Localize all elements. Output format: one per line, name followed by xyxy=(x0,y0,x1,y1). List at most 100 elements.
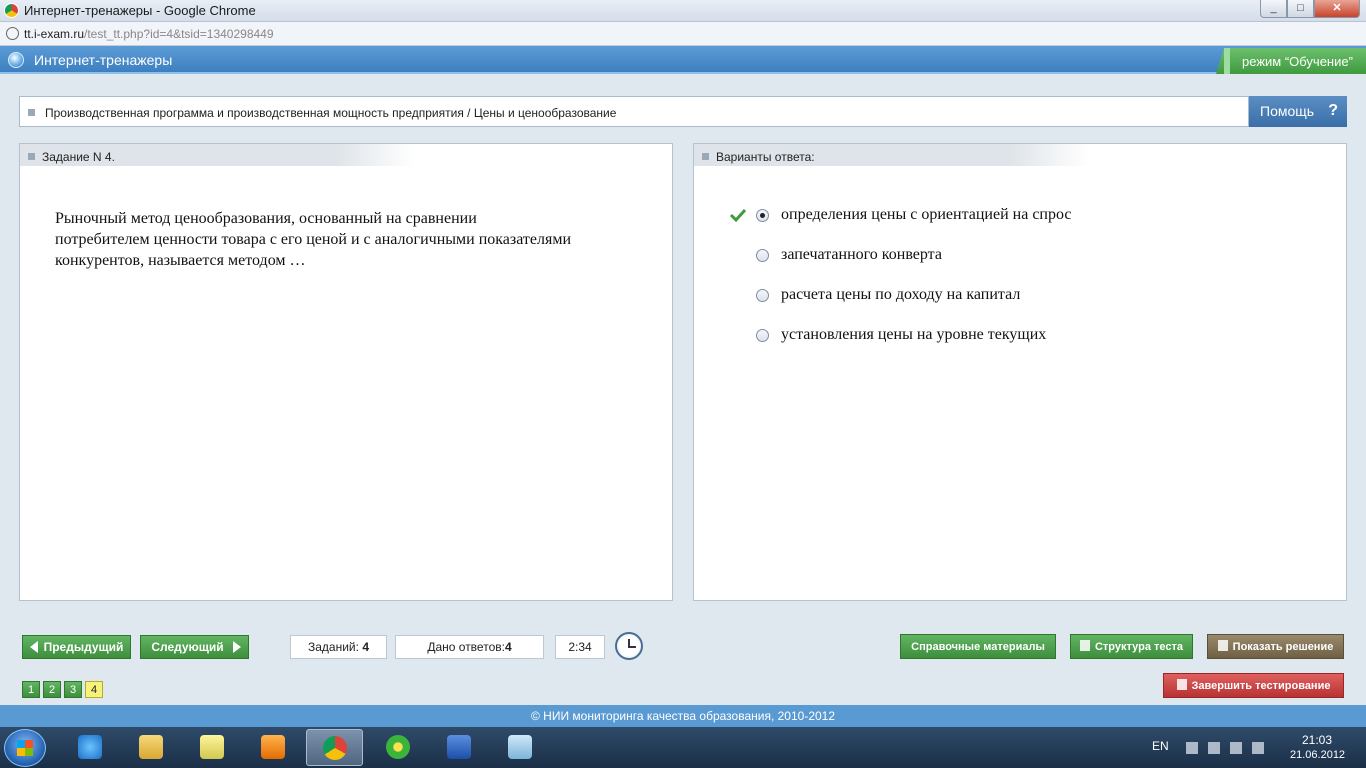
language-indicator[interactable]: EN xyxy=(1152,739,1169,753)
window-title: Интернет-тренажеры - Google Chrome xyxy=(24,3,256,18)
checkmark-icon xyxy=(729,208,747,223)
page-link[interactable]: 1 xyxy=(22,681,40,698)
bullet-square-icon xyxy=(702,153,709,160)
clock-date[interactable]: 21.06.2012 xyxy=(1290,749,1345,761)
url-text[interactable]: tt.i-exam.ru/test_tt.php?id=4&tsid=13402… xyxy=(24,27,274,41)
previous-button[interactable]: Предыдущий xyxy=(22,635,131,659)
app-name: Интернет-тренажеры xyxy=(34,52,173,68)
solution-label: Показать решение xyxy=(1232,641,1334,653)
question-text: Рыночный метод ценообразования, основанн… xyxy=(55,210,572,269)
app-logo-icon xyxy=(8,52,24,68)
list-icon xyxy=(1079,640,1090,651)
help-label: Помощь xyxy=(1260,103,1315,119)
reference-label: Справочные материалы xyxy=(911,641,1045,653)
taskbar-notepad[interactable] xyxy=(492,729,549,766)
show-hidden-icons-icon[interactable] xyxy=(1186,742,1198,754)
structure-label: Структура теста xyxy=(1094,641,1184,653)
previous-label: Предыдущий xyxy=(43,640,124,654)
chrome-icon xyxy=(323,736,347,760)
finish-test-button[interactable]: Завершить тестирование xyxy=(1163,673,1344,698)
page-link[interactable]: 3 xyxy=(64,681,82,698)
url-path: /test_tt.php?id=4&tsid=1340298449 xyxy=(84,27,274,41)
copyright-text: © НИИ мониторинга качества образования, … xyxy=(530,709,836,723)
answers-panel: Варианты ответа: определения цены с орие… xyxy=(693,143,1347,601)
taskbar-media[interactable] xyxy=(245,729,302,766)
maximize-button[interactable]: □ xyxy=(1287,0,1314,18)
address-bar[interactable]: tt.i-exam.ru/test_tt.php?id=4&tsid=13402… xyxy=(0,22,1366,46)
answered-count: 4 xyxy=(504,640,512,654)
bullet-square-icon xyxy=(28,109,35,116)
answer-label: расчета цены по доходу на капитал xyxy=(781,286,1021,303)
answer-option[interactable]: расчета цены по доходу на капитал xyxy=(694,285,1334,307)
close-button[interactable]: ✕ xyxy=(1314,0,1360,18)
app-header: Интернет-тренажеры xyxy=(0,46,1366,74)
taskbar: EN 21:03 21.06.2012 xyxy=(0,727,1366,768)
next-button[interactable]: Следующий xyxy=(140,635,249,659)
network-icon[interactable] xyxy=(1230,742,1242,754)
answered-label: Дано ответов: xyxy=(427,640,505,654)
clock-time[interactable]: 21:03 xyxy=(1302,733,1332,747)
taskbar-explorer[interactable] xyxy=(123,729,180,766)
answer-radio[interactable] xyxy=(756,249,769,262)
volume-icon[interactable] xyxy=(1252,742,1264,754)
answer-option[interactable]: определения цены с ориентацией на спрос xyxy=(694,205,1334,227)
page-link-current[interactable]: 4 xyxy=(85,681,103,698)
page-link[interactable]: 2 xyxy=(43,681,61,698)
url-host: tt.i-exam.ru xyxy=(24,27,85,41)
test-structure-button[interactable]: Структура теста xyxy=(1070,634,1193,659)
mode-badge: режим “Обучение” xyxy=(1216,48,1366,74)
reference-materials-button[interactable]: Справочные материалы xyxy=(900,634,1056,659)
task-panel: Задание N 4. Рыночный метод ценообразова… xyxy=(19,143,673,601)
arrow-right-icon xyxy=(233,641,241,653)
browser-titlebar: Интернет-тренажеры - Google Chrome _ □ ✕ xyxy=(0,0,1366,22)
tasks-label: Заданий: xyxy=(308,640,359,654)
media-player-icon xyxy=(261,735,285,759)
task-panel-header: Задание N 4. xyxy=(20,144,415,166)
globe-icon xyxy=(6,27,19,40)
tasks-count: 4 xyxy=(362,640,369,654)
question-mark-icon: ? xyxy=(1328,102,1338,119)
folder-icon xyxy=(139,735,163,759)
answer-radio[interactable] xyxy=(756,209,769,222)
help-button[interactable]: Помощь ? xyxy=(1249,96,1347,127)
bullet-square-icon xyxy=(28,153,35,160)
system-tray: EN 21:03 21.06.2012 xyxy=(1126,727,1366,768)
answer-label: установления цены на уровне текущих xyxy=(781,326,1047,343)
timer: 2:34 xyxy=(555,635,605,659)
topic-breadcrumb: Производственная программа и производств… xyxy=(19,96,1249,127)
taskbar-icq[interactable] xyxy=(370,729,427,766)
chrome-icon xyxy=(4,3,19,18)
taskbar-chrome[interactable] xyxy=(306,729,363,766)
action-center-icon[interactable] xyxy=(1208,742,1220,754)
finish-label: Завершить тестирование xyxy=(1191,680,1331,692)
next-label: Следующий xyxy=(151,640,224,654)
answers-header: Варианты ответа: xyxy=(716,150,815,164)
taskbar-word[interactable] xyxy=(431,729,488,766)
start-button[interactable] xyxy=(4,729,46,767)
tasks-count-box: Заданий: 4 xyxy=(290,635,387,659)
minimize-button[interactable]: _ xyxy=(1260,0,1287,18)
task-number: Задание N 4. xyxy=(42,150,115,164)
answer-label: запечатанного конверта xyxy=(781,246,942,263)
footer: © НИИ мониторинга качества образования, … xyxy=(0,705,1366,727)
internet-explorer-icon xyxy=(78,735,102,759)
sticky-notes-icon xyxy=(200,735,224,759)
icq-flower-icon xyxy=(386,735,410,759)
running-man-icon xyxy=(1176,679,1187,690)
answer-option[interactable]: запечатанного конверта xyxy=(694,245,1334,267)
notepad-icon xyxy=(508,735,532,759)
arrow-left-icon xyxy=(30,641,38,653)
taskbar-ie[interactable] xyxy=(62,729,119,766)
show-solution-button[interactable]: Показать решение xyxy=(1207,634,1344,659)
taskbar-notes[interactable] xyxy=(184,729,241,766)
answer-label: определения цены с ориентацией на спрос xyxy=(781,206,1072,223)
clock-icon xyxy=(615,632,643,660)
word-icon xyxy=(447,735,471,759)
answer-radio[interactable] xyxy=(756,329,769,342)
book-icon xyxy=(1217,640,1228,651)
answer-radio[interactable] xyxy=(756,289,769,302)
breadcrumb-text: Производственная программа и производств… xyxy=(45,106,617,120)
answer-option[interactable]: установления цены на уровне текущих xyxy=(694,325,1334,347)
answers-panel-header: Варианты ответа: xyxy=(694,144,1089,166)
answered-count-box: Дано ответов:4 xyxy=(395,635,544,659)
